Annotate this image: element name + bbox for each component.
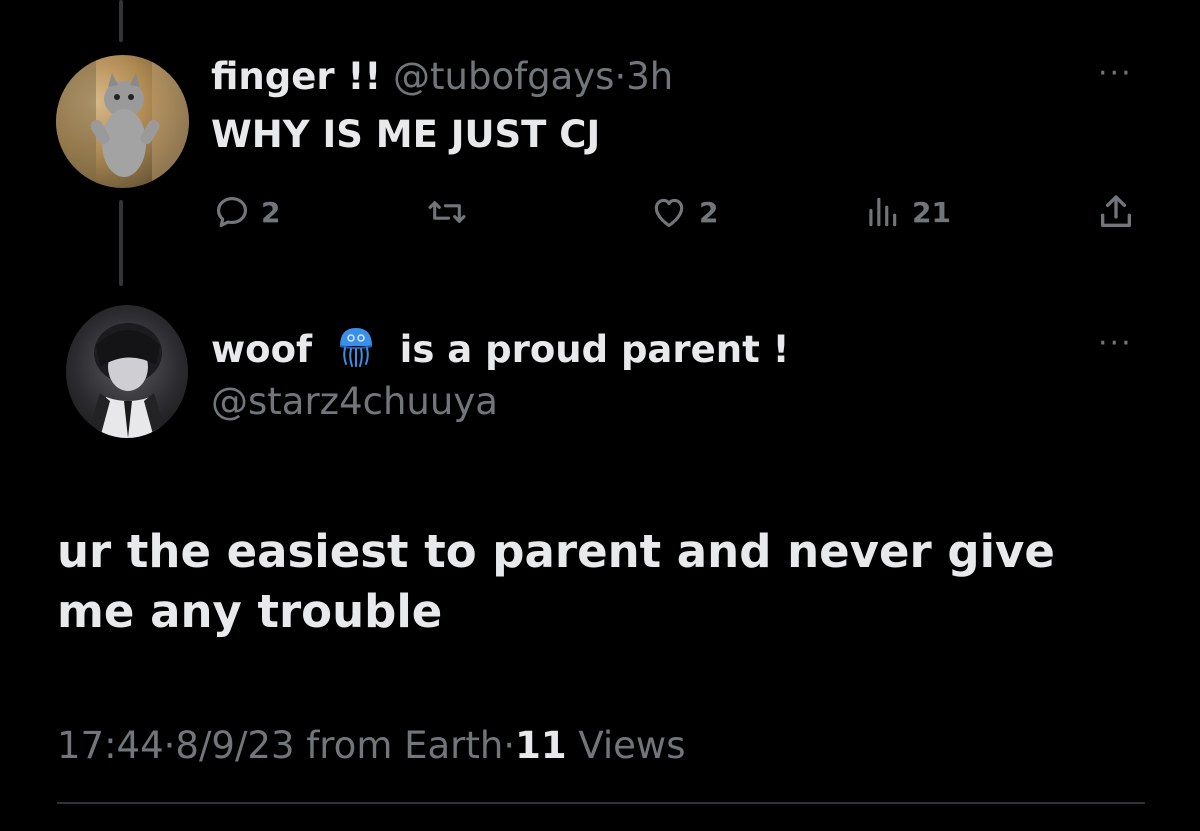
like-button[interactable]: 2: [649, 192, 718, 232]
analytics-icon: [869, 197, 897, 227]
user-handle: @starz4chuuya: [211, 380, 498, 423]
reply-to-header: finger !! @tubofgays·3h: [211, 55, 673, 99]
display-name-suffix: is a proud parent !: [399, 328, 790, 371]
avatar[interactable]: [56, 55, 189, 188]
jellyfish-icon: [339, 328, 373, 367]
tweet-time[interactable]: 17:44: [57, 724, 164, 767]
heart-icon: [654, 198, 684, 228]
share-icon: [1101, 195, 1131, 227]
retweet-icon: [428, 201, 466, 223]
separator-dot: ·: [503, 724, 516, 767]
separator-dot: ·: [614, 55, 627, 98]
views-count: 21: [912, 195, 951, 229]
share-button[interactable]: [1096, 192, 1136, 232]
like-count: 2: [699, 195, 719, 229]
tweet-date-source[interactable]: 8/9/23 from Earth: [175, 724, 503, 767]
display-name[interactable]: finger !!: [211, 55, 381, 98]
views-count: 11: [515, 724, 567, 767]
thread-line-connector: [119, 200, 123, 286]
more-options-button[interactable]: ···: [1098, 329, 1133, 359]
user-handle[interactable]: @tubofgays: [393, 55, 614, 98]
author-display-name[interactable]: woof is a proud parent !: [211, 324, 790, 378]
reply-button[interactable]: 2: [213, 192, 280, 232]
tweet-meta: 17:44·8/9/23 from Earth·11 Views: [57, 722, 685, 770]
author-handle[interactable]: @starz4chuuya: [211, 380, 498, 424]
tweet-text: ur the easiest to parent and never give …: [57, 525, 1055, 638]
more-options-button[interactable]: ···: [1098, 59, 1133, 89]
thread-line-top: [119, 0, 123, 42]
retweet-button[interactable]: [427, 192, 477, 232]
tweet-text: WHY IS ME JUST CJ: [211, 113, 601, 156]
views-button[interactable]: 21: [862, 192, 951, 232]
cat-photo-icon: [56, 55, 189, 188]
timestamp[interactable]: 3h: [626, 55, 673, 98]
reply-icon: [216, 196, 248, 228]
views-label: Views: [578, 724, 686, 767]
anime-avatar-icon: [86, 323, 168, 438]
jellyfish-emoji: [334, 324, 378, 378]
separator-dot: ·: [163, 724, 176, 767]
avatar[interactable]: [66, 305, 188, 438]
display-name-prefix: woof: [211, 328, 313, 371]
reply-count: 2: [261, 195, 281, 229]
divider: [57, 802, 1145, 804]
